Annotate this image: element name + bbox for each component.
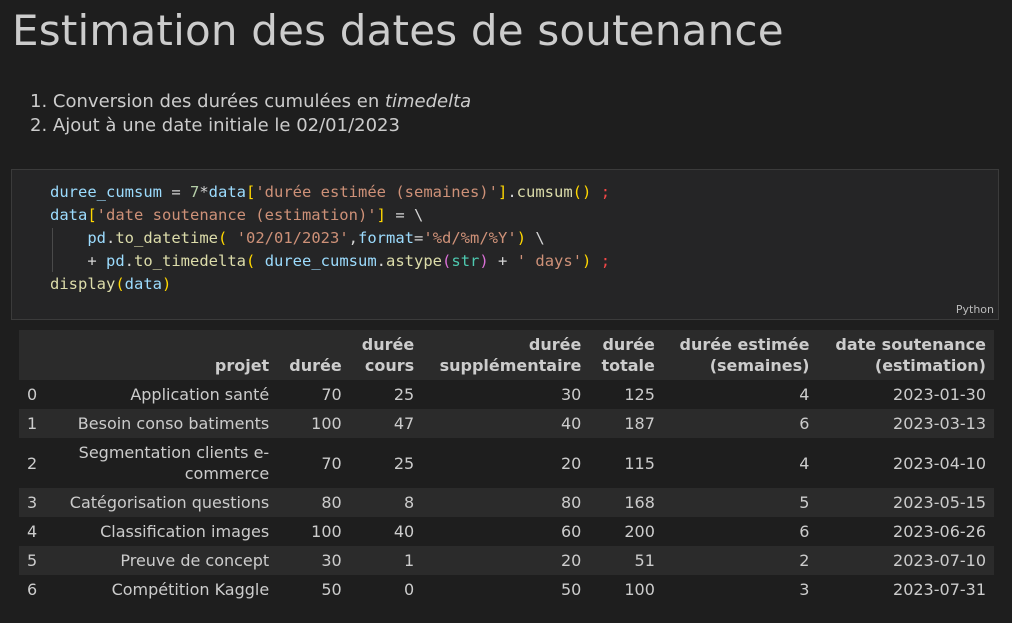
cell-projet: Compétition Kaggle — [111, 580, 270, 599]
row-index: 6 — [27, 580, 38, 599]
code-line: + pd.to_timedelta( duree_cumsum.astype(s… — [50, 252, 611, 270]
table-row: 2 Segmentation clients e-commerce 70 25 20 11… — [19, 438, 994, 488]
row-index: 3 — [27, 493, 38, 512]
cell-duree-totale: 168 — [624, 493, 655, 512]
language-label[interactable]: Python — [956, 303, 994, 316]
row-index: 5 — [27, 551, 38, 570]
table-row: 6 Compétition Kaggle 50 0 50 100 3 2023-07-31 — [19, 575, 994, 604]
cell-duree-totale: 51 — [634, 551, 655, 570]
cell-duree-supp: 80 — [560, 493, 582, 512]
cell-duree-totale: 115 — [624, 453, 655, 473]
step-item: 1. Conversion des durées cumulées en tim… — [30, 90, 471, 114]
page-title: Estimation des dates de soutenance — [12, 6, 784, 55]
index-header — [19, 330, 49, 380]
row-index: 1 — [27, 414, 38, 433]
step-item: 2. Ajout à une date initiale le 02/01/20… — [30, 114, 471, 138]
cell-duree-cours: 47 — [393, 414, 415, 433]
column-header: date soutenance (estimation) — [835, 335, 986, 375]
table-header-row: projet durée durée cours durée supplémentaire… — [19, 330, 994, 380]
column-header: durée cours — [361, 335, 415, 375]
cell-duree-supp: 40 — [560, 414, 582, 433]
cell-duree-totale: 200 — [624, 522, 655, 541]
cell-projet: Application santé — [130, 385, 270, 404]
cell-date: 2023-07-31 — [893, 580, 986, 599]
cell-duree-cours: 1 — [404, 551, 415, 570]
cell-duree: 70 — [321, 385, 342, 404]
cell-projet: Besoin conso batiments — [77, 414, 270, 433]
step-text: Conversion des durées cumulées en — [52, 91, 385, 112]
table-row: 1 Besoin conso batiments 100 47 40 187 6 2023-0… — [19, 409, 994, 438]
table-body: 0 Application santé 70 25 30 125 4 2023-01-30 1 B… — [19, 380, 994, 604]
column-header: projet — [214, 356, 270, 375]
cell-duree: 30 — [321, 551, 342, 570]
cell-duree: 70 — [321, 453, 342, 473]
cell-date: 2023-05-15 — [893, 493, 986, 512]
table-row: 3 Catégorisation questions 80 8 80 168 5 2023-0… — [19, 488, 994, 517]
cell-date: 2023-07-10 — [893, 551, 986, 570]
cell-duree: 100 — [311, 522, 342, 541]
table-row: 4 Classification images 100 40 60 200 6 2023-06… — [19, 517, 994, 546]
cell-date: 2023-03-13 — [893, 414, 986, 433]
cell-duree-cours: 8 — [404, 493, 415, 512]
cell-duree-supp: 20 — [560, 551, 582, 570]
cell-duree-supp: 30 — [560, 385, 582, 404]
cell-duree-supp: 50 — [560, 580, 582, 599]
cell-semaines: 4 — [799, 453, 810, 473]
cell-date: 2023-06-26 — [893, 522, 986, 541]
column-header: durée supplémentaire — [439, 335, 582, 375]
row-index: 4 — [27, 522, 38, 541]
cell-duree: 80 — [321, 493, 342, 512]
cell-duree-cours: 0 — [404, 580, 415, 599]
dataframe-output: projet durée durée cours durée supplémentaire… — [19, 330, 994, 604]
cell-duree-cours: 25 — [393, 385, 415, 404]
column-header: durée — [289, 356, 342, 375]
code-line: duree_cumsum = 7*data['durée estimée (se… — [50, 183, 611, 201]
steps-list: 1. Conversion des durées cumulées en tim… — [30, 90, 471, 138]
step-text: Ajout à une date initiale le 02/01/2023 — [52, 115, 400, 136]
cell-projet: Preuve de concept — [120, 551, 270, 570]
step-number: 1. — [30, 91, 48, 112]
code-editor[interactable]: duree_cumsum = 7*data['durée estimée (se… — [50, 181, 610, 296]
cell-duree-supp: 60 — [560, 522, 582, 541]
cell-duree-cours: 25 — [393, 453, 415, 473]
table-row: 0 Application santé 70 25 30 125 4 2023-01-30 — [19, 380, 994, 409]
cell-date: 2023-04-10 — [893, 453, 986, 473]
cell-semaines: 4 — [799, 385, 810, 404]
code-line: data['date soutenance (estimation)'] = \ — [50, 206, 424, 224]
row-index: 0 — [27, 385, 38, 404]
cell-duree-totale: 125 — [624, 385, 655, 404]
cell-semaines: 2 — [799, 551, 810, 570]
code-line: display(data) — [50, 275, 172, 293]
column-header: durée estimée (semaines) — [679, 335, 810, 375]
column-header: durée totale — [601, 335, 655, 375]
cell-duree-cours: 40 — [393, 522, 415, 541]
cell-projet: Catégorisation questions — [69, 493, 270, 512]
cell-date: 2023-01-30 — [893, 385, 986, 404]
cell-duree: 100 — [311, 414, 342, 433]
cell-duree: 50 — [321, 580, 342, 599]
cell-duree-totale: 100 — [624, 580, 655, 599]
cell-projet: Classification images — [100, 522, 270, 541]
table-row: 5 Preuve de concept 30 1 20 51 2 2023-07-10 — [19, 546, 994, 575]
row-index: 2 — [27, 453, 38, 473]
code-line: pd.to_datetime( '02/01/2023',format='%d/… — [87, 229, 545, 247]
step-emphasis: timedelta — [384, 91, 472, 112]
code-cell[interactable]: duree_cumsum = 7*data['durée estimée (se… — [11, 169, 999, 320]
cell-semaines: 3 — [799, 580, 810, 599]
cell-duree-supp: 20 — [560, 453, 582, 473]
step-number: 2. — [30, 115, 48, 136]
cell-projet: Segmentation clients e-commerce — [78, 443, 270, 483]
cell-semaines: 6 — [799, 522, 810, 541]
cell-duree-totale: 187 — [624, 414, 655, 433]
cell-semaines: 5 — [799, 493, 810, 512]
cell-semaines: 6 — [799, 414, 810, 433]
